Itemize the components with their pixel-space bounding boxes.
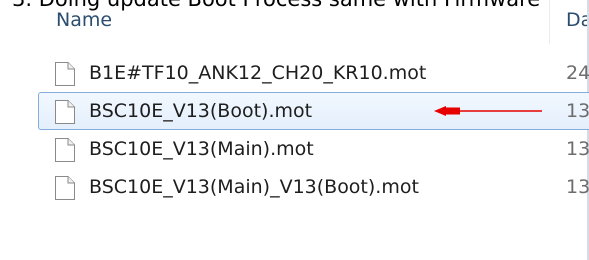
column-header-name[interactable]: Name: [56, 8, 112, 32]
file-name: B1E#TF10_ANK12_CH20_KR10.mot: [89, 62, 427, 84]
file-row[interactable]: BSC10E_V13(Main)_V13(Boot).mot 13: [38, 168, 589, 206]
file-row-selected[interactable]: BSC10E_V13(Boot).mot 13: [38, 92, 589, 130]
file-name: BSC10E_V13(Main).mot: [89, 138, 314, 160]
file-date: 13: [566, 100, 589, 122]
file-name: BSC10E_V13(Main)_V13(Boot).mot: [89, 176, 419, 198]
file-date: 13: [566, 176, 589, 198]
file-icon: [55, 176, 75, 200]
file-icon: [55, 138, 75, 162]
file-date: 13: [566, 138, 589, 160]
file-icon: [55, 62, 75, 86]
file-date: 24: [566, 62, 589, 84]
file-row[interactable]: B1E#TF10_ANK12_CH20_KR10.mot 24: [38, 54, 589, 92]
file-row[interactable]: BSC10E_V13(Main).mot 13: [38, 130, 589, 168]
column-header-date[interactable]: Da: [566, 8, 589, 32]
file-icon: [55, 100, 75, 124]
explorer-screenshot: 3. Doing update Boot Process same with F…: [0, 0, 589, 260]
column-divider[interactable]: [549, 0, 550, 44]
file-name: BSC10E_V13(Boot).mot: [89, 100, 313, 122]
red-arrow-annotation: [434, 106, 542, 116]
